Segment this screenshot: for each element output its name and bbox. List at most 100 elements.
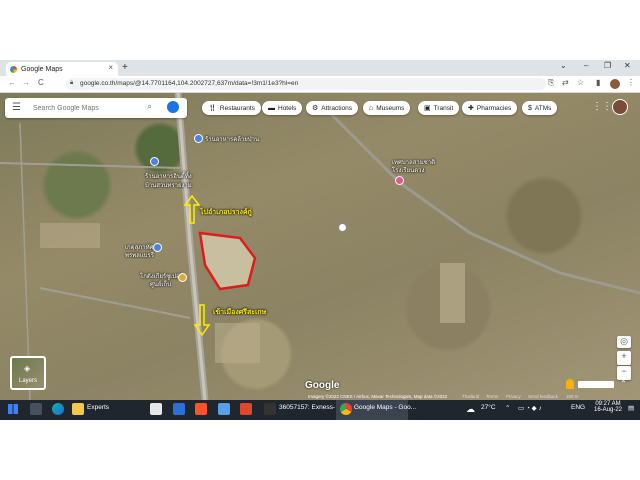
bookmark-star-icon[interactable]: ☆ [577, 78, 584, 87]
chip-restaurants[interactable]: 🍴︎ Restaurants [202, 101, 261, 115]
chip-transit[interactable]: ▣ Transit [418, 101, 460, 115]
directions-icon[interactable] [167, 101, 179, 113]
chip-label: Restaurants [219, 104, 255, 112]
clock[interactable]: 09:27 AM 16-Aug-22 [590, 401, 626, 413]
satellite-map[interactable]: ร้านอาหารคล้ายป่าน ร้านอาหารอินดี้ทิ้ง บ… [0, 93, 640, 400]
back-button[interactable]: ← [8, 78, 16, 87]
google-maps-favicon-icon [10, 65, 17, 73]
poi-label[interactable]: โรงเรียนดวง [392, 165, 424, 175]
atm-icon: $ [528, 104, 532, 112]
poi-label[interactable]: บ้านสวนทรายงาม [145, 180, 192, 190]
sidebar-icon[interactable]: ▮ [596, 78, 600, 87]
blank-area [0, 420, 640, 480]
poi-marker-icon[interactable] [153, 243, 162, 252]
office-icon[interactable] [240, 403, 252, 415]
start-icon[interactable] [8, 404, 18, 414]
date: 16-Aug-22 [593, 407, 623, 413]
bed-icon: ▬ [268, 104, 275, 112]
language-indicator[interactable]: ENG [571, 404, 585, 411]
tab-title: Google Maps [21, 65, 63, 73]
restore-button[interactable]: ❐ [604, 61, 611, 70]
url-bar[interactable]: google.co.th/maps/@14.7701164,104.200272… [66, 78, 546, 90]
share-icon[interactable]: ⎘ [548, 78, 554, 88]
place-marker-icon[interactable] [338, 223, 347, 232]
chip-label: Pharmacies [476, 104, 512, 112]
direction-label-up: ไปอำเภอปรางค์กู่ [200, 209, 252, 216]
close-window-button[interactable]: ✕ [624, 61, 631, 70]
pegman-icon[interactable] [566, 379, 574, 389]
chip-pharmacies[interactable]: ✚ Pharmacies [462, 101, 518, 115]
map-overlay [0, 93, 640, 400]
scale-bar[interactable]: 100 m [566, 394, 579, 399]
poi-label[interactable]: ร้านอาหารคล้ายป่าน [205, 134, 259, 144]
layers-button[interactable]: ◈ [10, 356, 46, 390]
tray-icons[interactable]: ▭ ◔ ◆ ♪ [518, 404, 542, 412]
brave-icon[interactable] [195, 403, 207, 415]
notification-icon[interactable]: ▤ [628, 404, 634, 412]
privacy-link[interactable]: Privacy [506, 394, 521, 399]
weather-cloud-icon[interactable]: ☁ [466, 404, 475, 415]
task-view-icon[interactable] [30, 403, 42, 415]
terms-link[interactable]: Terms [486, 394, 498, 399]
tray-chevron-icon[interactable]: ⌃ [505, 404, 510, 412]
mail-icon[interactable] [173, 403, 185, 415]
taskbar-item-google-maps[interactable]: Google Maps - Goo... [354, 404, 416, 411]
maps-search-box[interactable]: ☰ ⌕ [5, 98, 187, 118]
layers-icon: ◈ [24, 364, 31, 373]
tab-search-icon[interactable]: ⌄ [560, 61, 567, 70]
chip-museums[interactable]: ⌂ Museums [363, 101, 411, 115]
poi-label[interactable]: ศูนย์เก็บ [150, 279, 171, 289]
poi-label[interactable]: พรพลแบรรี่ [125, 250, 154, 260]
poi-marker-icon[interactable] [178, 273, 187, 282]
search-icon[interactable]: ⌕ [147, 101, 152, 112]
tab-google-maps[interactable]: Google Maps × [6, 62, 118, 76]
send-feedback-link[interactable]: Send feedback [528, 394, 558, 399]
google-logo: Google [305, 380, 340, 391]
chip-atms[interactable]: $ ATMs [522, 101, 558, 115]
poi-marker-icon[interactable] [194, 134, 203, 143]
imagery-thumbnails[interactable] [578, 381, 614, 388]
chip-hotels[interactable]: ▬ Hotels [262, 101, 303, 115]
field-3 [215, 323, 260, 363]
menu-kebab-icon[interactable]: ⋮ [627, 78, 635, 87]
expand-icon[interactable]: ⌃ [620, 379, 627, 388]
url-text: google.co.th/maps/@14.7701164,104.200272… [80, 80, 299, 87]
new-tab-button[interactable]: + [122, 62, 128, 73]
hamburger-menu-icon[interactable]: ☰ [12, 102, 21, 113]
chip-attractions[interactable]: ⚙ Attractions [306, 101, 358, 115]
taskbar-item-experts[interactable]: Experts [87, 404, 109, 411]
reload-button[interactable]: C [38, 78, 44, 87]
profile-avatar[interactable] [610, 79, 620, 89]
photos-icon[interactable] [218, 403, 230, 415]
attractions-icon: ⚙ [312, 105, 319, 112]
poi-marker-icon[interactable] [395, 176, 404, 185]
minimize-button[interactable]: – [584, 61, 588, 70]
mt4-icon[interactable] [264, 403, 276, 415]
transit-icon: ▣ [424, 105, 431, 112]
zoom-in-button[interactable]: + [617, 351, 631, 365]
account-avatar[interactable] [612, 99, 628, 115]
pharmacy-icon: ✚ [468, 105, 474, 112]
map-attribution: Imagery ©2022 CNES / Airbus, Maxar Techn… [308, 394, 448, 399]
translate-icon[interactable]: ⇄ [562, 78, 569, 87]
field-1 [40, 223, 100, 248]
edge-icon[interactable] [52, 403, 64, 415]
chip-label: ATMs [534, 104, 552, 112]
poi-marker-icon[interactable] [150, 157, 159, 166]
region-link[interactable]: Thailand [462, 394, 479, 399]
zoom-out-button[interactable]: − [617, 366, 631, 380]
apps-grid-icon[interactable]: ⋮⋮ [592, 101, 612, 112]
tab-close-icon[interactable]: × [108, 63, 113, 72]
fork-knife-icon: 🍴︎ [208, 105, 217, 112]
file-explorer-icon[interactable] [72, 403, 84, 415]
lock-icon[interactable]: 🔒︎ [70, 80, 73, 87]
search-input[interactable] [31, 101, 145, 116]
forward-button[interactable]: → [22, 78, 30, 87]
store-icon[interactable] [150, 403, 162, 415]
weather-temp[interactable]: 27°C [481, 404, 496, 411]
highlighted-land-parcel [198, 231, 257, 291]
chip-label: Attractions [321, 104, 352, 112]
side-road-2 [39, 287, 191, 319]
chrome-icon[interactable] [340, 403, 352, 415]
my-location-button[interactable]: ◎ [617, 336, 631, 348]
